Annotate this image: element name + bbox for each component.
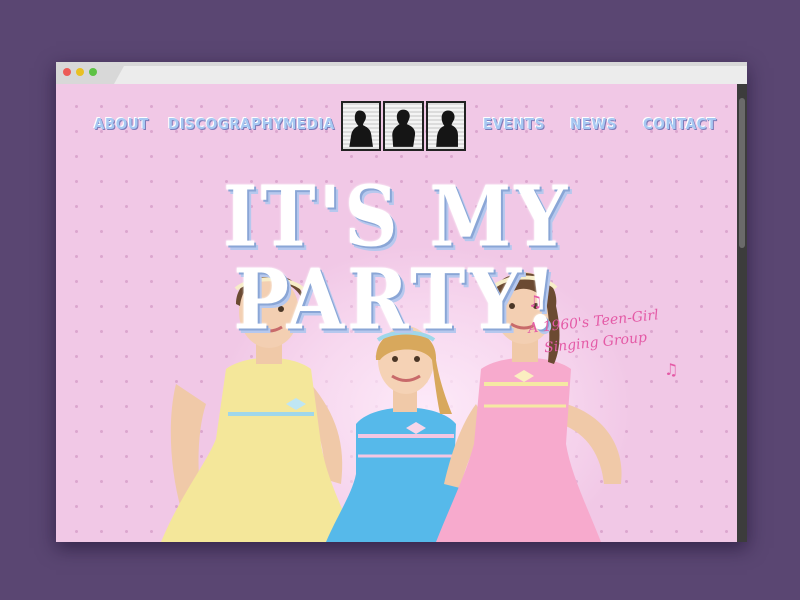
logo-panel-3 [425,101,466,151]
page-scrollbar[interactable] [737,84,747,542]
three-silhouettes-logo-icon[interactable] [341,101,466,151]
page-content: ABOUT DISCOGRAPHY MEDIA EVENTS NEWS CONT… [56,84,737,542]
logo-panel-2 [383,101,424,151]
maximize-window-button[interactable] [89,68,97,76]
nav-link-contact[interactable]: CONTACT [643,115,717,133]
browser-window: ABOUT DISCOGRAPHY MEDIA EVENTS NEWS CONT… [56,62,747,542]
logo-panel-1 [341,101,382,151]
nav-link-news[interactable]: NEWS [570,115,617,133]
music-note-icon: ♫ [528,292,543,311]
browser-chrome [56,62,747,84]
browser-tab[interactable] [114,66,747,84]
music-note-icon: ♫ [664,360,679,379]
nav-link-discography[interactable]: DISCOGRAPHY [168,115,284,133]
nav-link-about[interactable]: ABOUT [94,115,149,133]
nav-link-events[interactable]: EVENTS [483,115,545,133]
close-window-button[interactable] [63,68,71,76]
nav-link-media[interactable]: MEDIA [283,115,335,133]
scrollbar-thumb[interactable] [739,98,745,248]
minimize-window-button[interactable] [76,68,84,76]
